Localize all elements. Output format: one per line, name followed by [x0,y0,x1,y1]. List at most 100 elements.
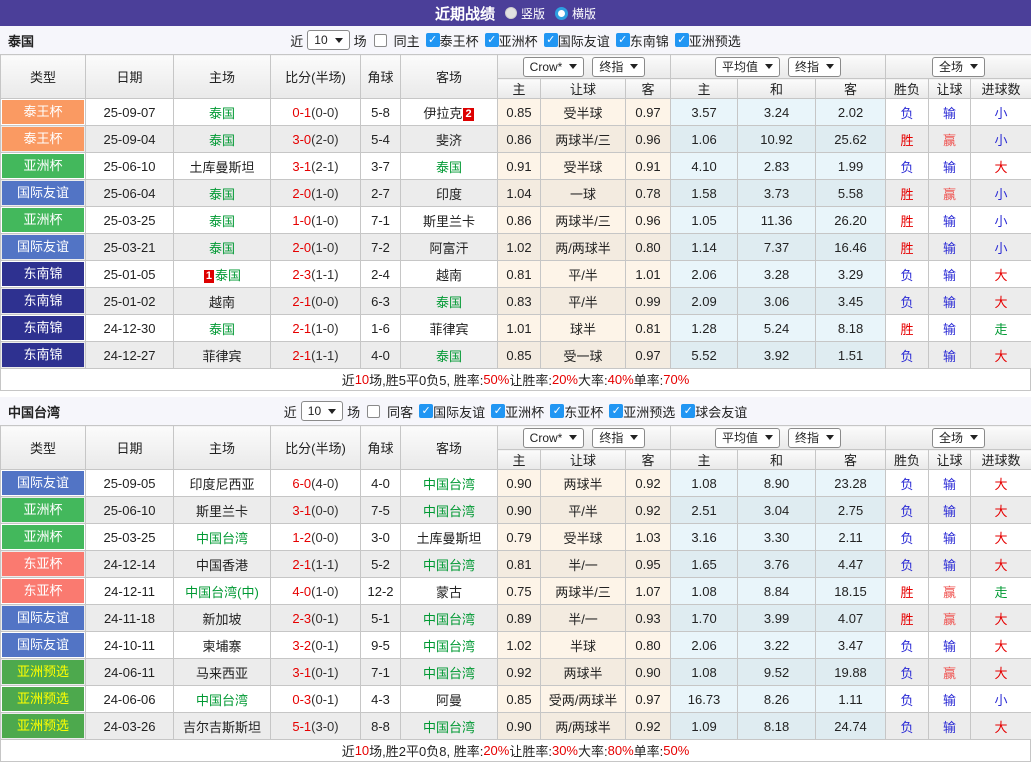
league-checkbox[interactable]: ✓ [550,404,564,418]
result-goals: 大 [971,713,1031,740]
league-filter[interactable]: ✓亚洲预选 [675,31,741,50]
league-filter[interactable]: ✓亚洲杯 [491,402,544,421]
date-cell: 24-06-06 [86,686,174,713]
score-cell: 1-0(1-0) [271,207,361,234]
league-checkbox[interactable]: ✓ [491,404,505,418]
away-team-name: 土库曼斯坦 [416,531,481,546]
type-cell: 国际友谊 [1,605,86,632]
result-group-header: 全场 [886,55,1031,79]
avg-select[interactable]: 平均值 [715,57,780,77]
sub-away: 客 [626,79,671,99]
home-team: 中国台湾 [174,686,271,713]
page-title: 近期战绩 [435,3,495,24]
near-count-select[interactable]: 10 [307,30,349,50]
summary-line: 近10场,胜5平0负5, 胜率:50% 让胜率:20% 大率:40% 单率:70… [0,369,1031,391]
away-team-name: 蒙古 [436,585,462,600]
result-goals: 大 [971,288,1031,315]
odds-home: 0.85 [498,686,541,713]
avg-draw: 5.24 [738,315,816,342]
league-filter[interactable]: ✓泰王杯 [426,31,479,50]
half-score: (2-0) [311,132,338,147]
league-checkbox[interactable]: ✓ [681,404,695,418]
avg-time-select[interactable]: 终指 [788,57,841,77]
date-cell: 24-10-11 [86,632,174,659]
score-cell: 3-1(0-0) [271,497,361,524]
games-label: 场 [347,402,360,421]
odds-time-select[interactable]: 终指 [592,428,645,448]
league-filter[interactable]: ✓东南锦 [616,31,669,50]
league-checkbox[interactable]: ✓ [485,33,499,47]
home-team-name: 斯里兰卡 [196,504,248,519]
league-checkbox[interactable]: ✓ [426,33,440,47]
layout-horizontal-option[interactable]: 横版 [555,5,596,22]
league-filter[interactable]: ✓国际友谊 [544,31,610,50]
odds-away: 1.07 [626,578,671,605]
odds-away: 0.95 [626,551,671,578]
sub-home: 主 [498,79,541,99]
same-side-checkbox[interactable] [367,405,380,418]
away-team: 中国台湾 [401,605,498,632]
league-checkbox[interactable]: ✓ [419,404,433,418]
chevron-down-icon [826,64,834,69]
odds-handicap: 球半 [541,315,626,342]
home-team: 泰国 [174,126,271,153]
result-handicap: 输 [929,99,971,126]
avg-draw: 9.52 [738,659,816,686]
result-winloss: 负 [886,686,929,713]
vertical-radio-icon[interactable] [505,7,517,19]
date-cell: 25-06-10 [86,153,174,180]
odds-time-select[interactable]: 终指 [592,57,645,77]
league-filter[interactable]: ✓东亚杯 [550,402,603,421]
odds-home: 0.85 [498,342,541,369]
chevron-down-icon [328,409,336,414]
league-checkbox[interactable]: ✓ [544,33,558,47]
layout-vertical-option[interactable]: 竖版 [505,5,545,22]
horizontal-radio-icon[interactable] [555,7,568,20]
result-handicap: 输 [929,524,971,551]
score-cell: 0-3(0-1) [271,686,361,713]
home-team: 斯里兰卡 [174,497,271,524]
score-cell: 2-1(1-1) [271,342,361,369]
same-side-checkbox[interactable] [374,34,387,47]
type-cell: 亚洲杯 [1,497,86,524]
sub-draw: 和 [738,450,816,470]
date-cell: 25-06-04 [86,180,174,207]
odds-away: 0.93 [626,605,671,632]
away-team-name: 泰国 [436,349,462,364]
league-checkbox[interactable]: ✓ [616,33,630,47]
bookmaker-select[interactable]: Crow* [523,57,585,77]
away-team-name: 菲律宾 [429,322,468,337]
league-checkbox[interactable]: ✓ [609,404,623,418]
away-team: 中国台湾 [401,497,498,524]
avg-select[interactable]: 平均值 [715,428,780,448]
result-winloss: 负 [886,713,929,740]
col-type: 类型 [1,426,86,470]
corner-cell: 4-3 [361,686,401,713]
result-winloss: 负 [886,632,929,659]
full-score: 3-1 [292,159,311,174]
full-score: 2-1 [292,294,311,309]
bookmaker-select[interactable]: Crow* [523,428,585,448]
away-team-name: 中国台湾 [423,720,475,735]
league-checkbox[interactable]: ✓ [675,33,689,47]
odds-away: 0.80 [626,632,671,659]
type-badge: 东南锦 [2,343,84,367]
league-filter[interactable]: ✓球会友谊 [681,402,747,421]
period-select[interactable]: 全场 [932,428,985,448]
period-select[interactable]: 全场 [932,57,985,77]
sub-draw: 和 [738,79,816,99]
league-filter[interactable]: ✓亚洲预选 [609,402,675,421]
avg-time-select[interactable]: 终指 [788,428,841,448]
matches-table: 类型 日期 主场 比分(半场) 角球 客场 Crow* 终指 平均值 终指 [0,54,1031,369]
type-badge: 泰王杯 [2,100,84,124]
away-team: 泰国 [401,288,498,315]
match-row: 东南锦24-12-27菲律宾2-1(1-1)4-0泰国0.85受一球0.975.… [1,342,1031,369]
type-cell: 国际友谊 [1,180,86,207]
league-filter[interactable]: ✓国际友谊 [419,402,485,421]
league-filter[interactable]: ✓亚洲杯 [485,31,538,50]
near-count-select[interactable]: 10 [301,401,343,421]
avg-away: 1.11 [816,686,886,713]
home-team-name: 菲律宾 [202,349,241,364]
corner-cell: 3-7 [361,153,401,180]
result-handicap: 输 [929,497,971,524]
